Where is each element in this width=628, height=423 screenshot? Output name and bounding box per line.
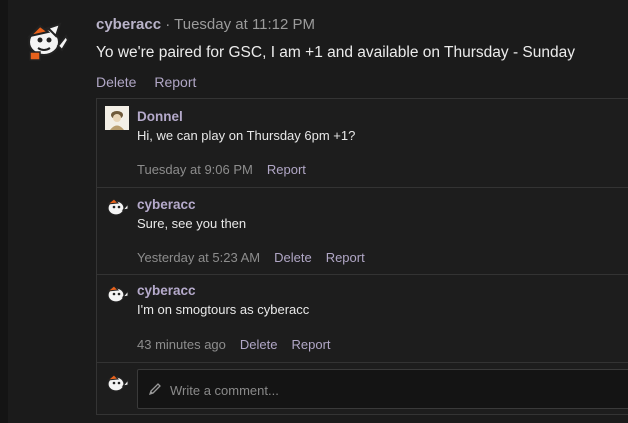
- comment-time[interactable]: Tuesday at 9:06 PM: [137, 162, 253, 177]
- comment-input[interactable]: [168, 370, 622, 410]
- report-link[interactable]: Report: [154, 74, 196, 90]
- comment-meta: Yesterday at 5:23 AM Delete Report: [137, 250, 365, 265]
- comment-author[interactable]: cyberacc: [137, 197, 196, 212]
- comment-author[interactable]: Donnel: [137, 109, 183, 124]
- avatar[interactable]: [22, 16, 70, 64]
- avatar[interactable]: [105, 282, 129, 306]
- post-author[interactable]: cyberacc: [96, 16, 161, 33]
- comment-text: Sure, see you then: [137, 216, 247, 231]
- comment-time[interactable]: 43 minutes ago: [137, 337, 226, 352]
- delete-link[interactable]: Delete: [96, 74, 136, 90]
- delete-link[interactable]: Delete: [240, 337, 278, 352]
- comment-meta: Tuesday at 9:06 PM Report: [137, 162, 306, 177]
- delete-link[interactable]: Delete: [274, 250, 312, 265]
- avatar[interactable]: [105, 106, 129, 130]
- comment-meta: 43 minutes ago Delete Report: [137, 337, 331, 352]
- report-link[interactable]: Report: [267, 162, 306, 177]
- post-text: Yo we're paired for GSC, I am +1 and ava…: [96, 44, 576, 61]
- comment-list: Donnel Hi, we can play on Thursday 6pm +…: [96, 98, 628, 415]
- post-actions: Delete Report: [96, 74, 210, 90]
- avatar[interactable]: [105, 371, 129, 395]
- profile-post: cyberacc · Tuesday at 11:12 PM Yo we're …: [8, 0, 628, 100]
- meta-separator: ·: [161, 16, 175, 33]
- report-link[interactable]: Report: [326, 250, 365, 265]
- comment-text: Hi, we can play on Thursday 6pm +1?: [137, 128, 356, 143]
- post-meta: cyberacc · Tuesday at 11:12 PM: [96, 16, 315, 33]
- post-time[interactable]: Tuesday at 11:12 PM: [174, 16, 315, 33]
- comment-item: cyberacc I'm on smogtours as cyberacc 43…: [97, 274, 628, 363]
- profile-post-panel: cyberacc · Tuesday at 11:12 PM Yo we're …: [8, 0, 628, 423]
- comment-author[interactable]: cyberacc: [137, 283, 196, 298]
- pencil-icon: [148, 383, 161, 396]
- comment-time[interactable]: Yesterday at 5:23 AM: [137, 250, 260, 265]
- comment-item: Donnel Hi, we can play on Thursday 6pm +…: [97, 99, 628, 188]
- comment-item: cyberacc Sure, see you then Yesterday at…: [97, 187, 628, 275]
- avatar[interactable]: [105, 195, 129, 219]
- comment-text: I'm on smogtours as cyberacc: [137, 302, 310, 317]
- report-link[interactable]: Report: [291, 337, 330, 352]
- comment-composer[interactable]: [137, 369, 628, 410]
